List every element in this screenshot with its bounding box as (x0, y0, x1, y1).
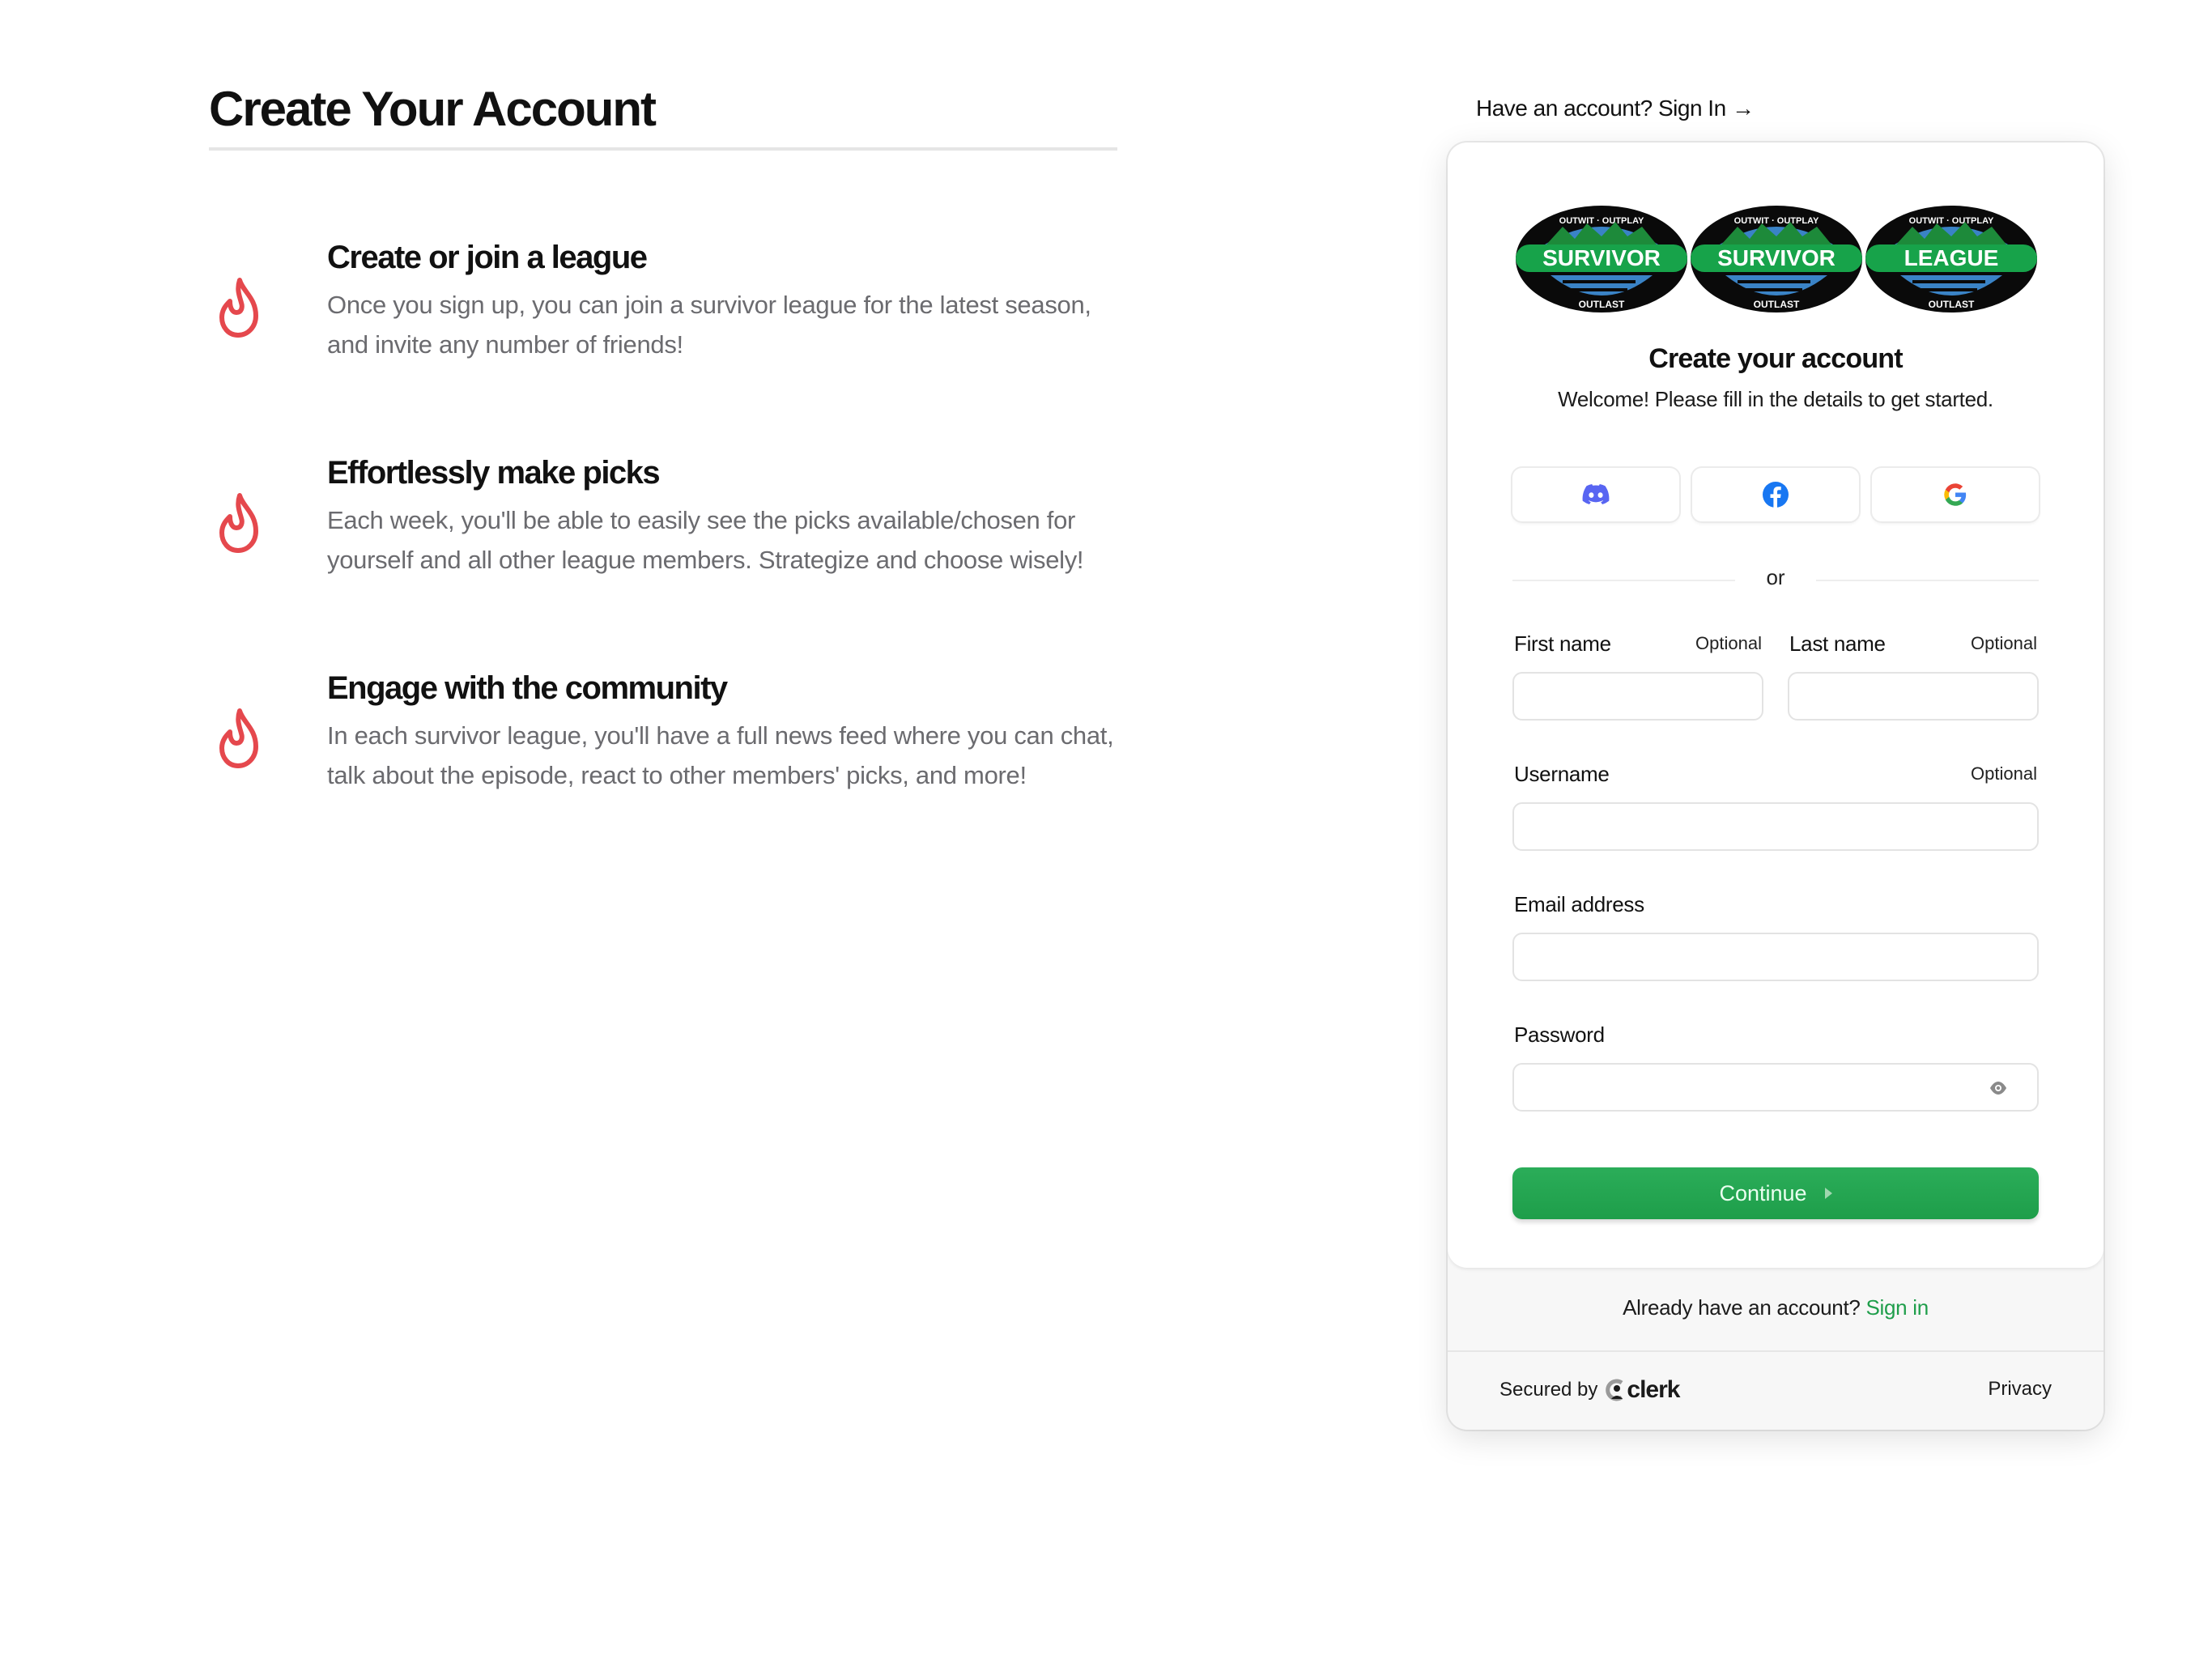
first-name-label: First name (1514, 631, 1611, 656)
feature-description: Once you sign up, you can join a survivo… (327, 291, 1091, 359)
svg-text:OUTWIT · OUTPLAY: OUTWIT · OUTPLAY (1734, 216, 1819, 226)
first-name-input[interactable] (1512, 672, 1763, 721)
feature-heading: Create or join a league (327, 240, 648, 275)
have-account-signin-link[interactable]: Have an account? Sign In → (1476, 96, 1755, 121)
league-logo-badge: LEAGUE OUTWIT · OUTPLAY OUTLAST (1865, 206, 2037, 312)
page-title: Create Your Account (209, 82, 657, 136)
footer-divider (1448, 1350, 2104, 1352)
clerk-wordmark: clerk (1627, 1376, 1680, 1403)
svg-text:OUTWIT · OUTPLAY: OUTWIT · OUTPLAY (1909, 216, 1994, 226)
svg-text:OUTLAST: OUTLAST (1929, 299, 1975, 310)
optional-tag: Optional (1971, 633, 2037, 653)
clerk-icon (1606, 1379, 1623, 1401)
secured-by-clerk: Secured by clerk (1499, 1376, 1680, 1404)
svg-text:OUTLAST: OUTLAST (1754, 299, 1800, 310)
svg-text:SURVIVOR: SURVIVOR (1542, 245, 1661, 270)
google-login-button[interactable] (1872, 468, 2039, 521)
discord-icon (1582, 484, 1610, 504)
last-name-input[interactable] (1788, 672, 2039, 721)
last-name-label: Last name (1789, 631, 1886, 656)
signup-card: SURVIVOR OUTWIT · OUTPLAY OUTLAST SURVIV… (1448, 142, 2104, 1430)
google-icon (1944, 483, 1967, 506)
username-input[interactable] (1512, 802, 2039, 851)
feature-description: Each week, you'll be able to easily see … (327, 506, 1084, 574)
play-arrow-icon (1824, 1188, 1832, 1199)
already-have-account: Already have an account? Sign in (1448, 1295, 2104, 1320)
signup-card-body: SURVIVOR OUTWIT · OUTPLAY OUTLAST SURVIV… (1448, 142, 2104, 1268)
username-label: Username (1514, 762, 1610, 786)
flame-icon (219, 278, 258, 338)
password-input[interactable] (1512, 1063, 2039, 1112)
email-label: Email address (1514, 892, 1644, 916)
privacy-link[interactable]: Privacy (1988, 1378, 2052, 1401)
survivor-logo-badge: SURVIVOR OUTWIT · OUTPLAY OUTLAST (1516, 206, 1687, 312)
already-text: Already have an account? (1623, 1295, 1861, 1320)
svg-text:LEAGUE: LEAGUE (1904, 245, 1999, 270)
card-title: Create your account (1648, 343, 1903, 374)
feature-heading: Effortlessly make picks (327, 455, 661, 491)
continue-button[interactable]: Continue (1512, 1167, 2039, 1219)
optional-tag: Optional (1695, 633, 1762, 653)
title-divider (209, 147, 1117, 151)
card-subtitle: Welcome! Please fill in the details to g… (1558, 387, 1993, 411)
survivor-league-logo: SURVIVOR OUTWIT · OUTPLAY OUTLAST SURVIV… (1514, 194, 2039, 324)
feature-heading: Engage with the community (327, 670, 728, 706)
show-password-eye-icon[interactable] (1989, 1081, 2008, 1095)
divider-line (1816, 580, 2039, 581)
secured-by-text: Secured by (1499, 1379, 1598, 1401)
continue-label: Continue (1719, 1180, 1807, 1205)
flame-icon (219, 493, 258, 553)
discord-login-button[interactable] (1512, 468, 1679, 521)
email-input[interactable] (1512, 933, 2039, 981)
sign-in-link[interactable]: Sign in (1865, 1295, 1929, 1320)
optional-tag: Optional (1971, 763, 2037, 784)
or-divider: or (1512, 563, 2039, 596)
svg-text:OUTWIT · OUTPLAY: OUTWIT · OUTPLAY (1559, 216, 1644, 226)
svg-text:OUTLAST: OUTLAST (1579, 299, 1625, 310)
flame-icon (219, 708, 258, 768)
clerk-logo[interactable]: clerk (1606, 1376, 1680, 1404)
password-label: Password (1514, 1022, 1605, 1047)
facebook-icon (1763, 482, 1789, 508)
survivor-logo-badge: SURVIVOR OUTWIT · OUTPLAY OUTLAST (1691, 206, 1862, 312)
svg-text:SURVIVOR: SURVIVOR (1717, 245, 1836, 270)
social-login-row (1512, 468, 2039, 521)
feature-description: In each survivor league, you'll have a f… (327, 721, 1114, 789)
or-text: or (1766, 565, 1785, 589)
facebook-login-button[interactable] (1692, 468, 1859, 521)
features-panel: Create Your Account Create or join a lea… (209, 73, 1117, 789)
